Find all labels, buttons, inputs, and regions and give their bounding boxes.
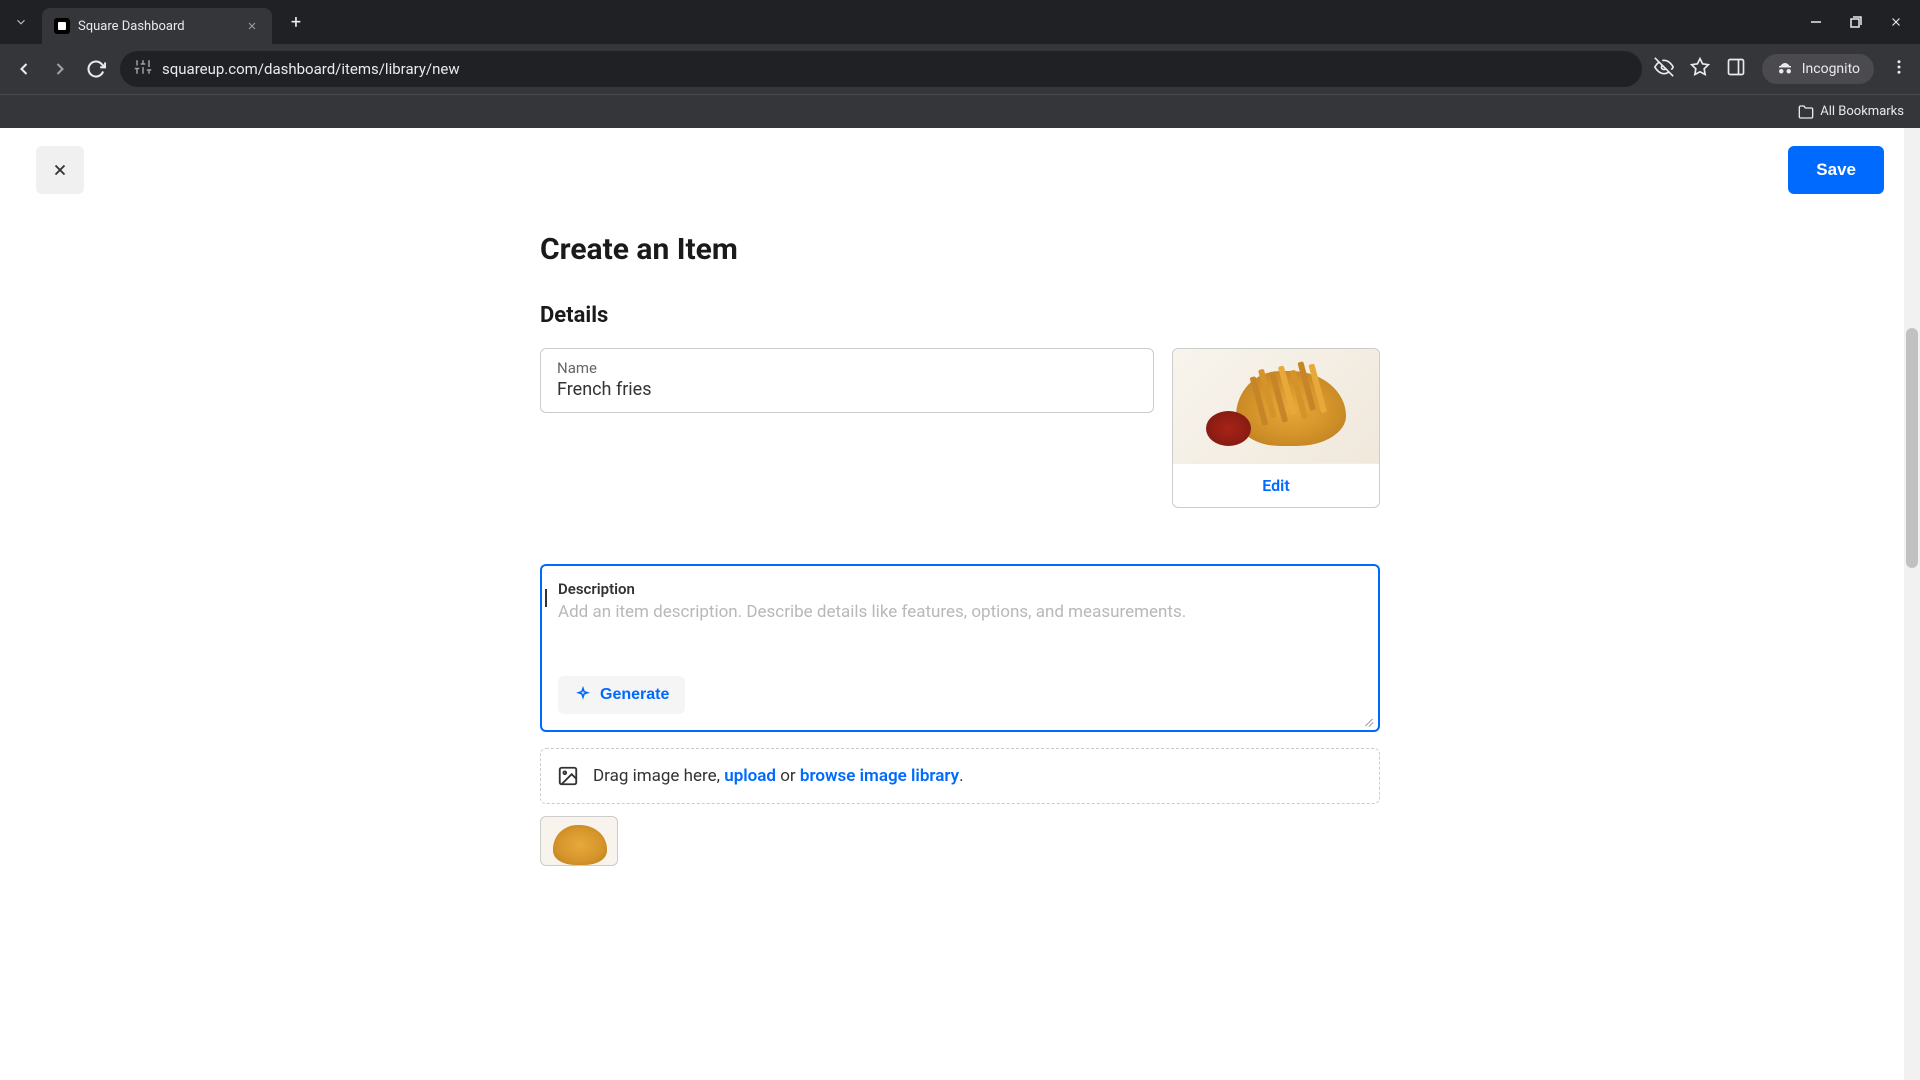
close-window-icon[interactable] [1888,14,1904,30]
eye-off-icon[interactable] [1654,57,1674,81]
reload-button[interactable] [84,57,108,81]
close-icon [51,161,69,179]
maximize-icon[interactable] [1848,14,1864,30]
page-title: Create an Item [540,232,1380,267]
tab-search-dropdown[interactable] [0,0,42,44]
folder-icon [1798,104,1814,120]
menu-icon[interactable] [1890,58,1908,80]
image-icon [557,765,579,787]
incognito-label: Incognito [1802,61,1860,77]
item-image-preview[interactable] [1173,349,1379,463]
save-button[interactable]: Save [1788,146,1884,194]
text-cursor-icon [542,589,550,607]
new-tab-button[interactable]: + [280,6,312,38]
page-content: Save Create an Item Details Name Edit [0,128,1920,1080]
image-thumbnail[interactable] [540,816,618,866]
url-text: squareup.com/dashboard/items/library/new [162,60,460,78]
generate-button[interactable]: Generate [558,676,685,714]
incognito-badge[interactable]: Incognito [1762,54,1874,84]
generate-label: Generate [600,686,669,704]
name-label: Name [557,359,1137,377]
thumbnail-row [540,816,1380,866]
close-button[interactable] [36,146,84,194]
description-label: Description [558,580,1362,598]
window-controls [1808,14,1920,30]
site-settings-icon[interactable] [134,58,152,80]
tab-favicon [54,18,70,34]
incognito-icon [1776,60,1794,78]
dropzone-text: Drag image here, upload or browse image … [593,766,964,786]
minimize-icon[interactable] [1808,14,1824,30]
sparkle-icon [574,686,592,704]
browser-tab[interactable]: Square Dashboard [42,8,272,44]
page-header: Save [0,128,1920,212]
browser-tab-strip: Square Dashboard + [0,0,1920,44]
bookmarks-bar: All Bookmarks [0,94,1920,128]
bookmark-star-icon[interactable] [1690,57,1710,81]
tab-title: Square Dashboard [78,19,236,34]
tab-close-icon[interactable] [244,18,260,34]
description-placeholder: Add an item description. Describe detail… [558,602,1362,662]
details-row: Name Edit [540,348,1380,508]
forward-button[interactable] [48,57,72,81]
details-heading: Details [540,303,1380,328]
all-bookmarks-link[interactable]: All Bookmarks [1798,104,1904,120]
item-image-box: Edit [1172,348,1380,508]
back-button[interactable] [12,57,36,81]
browse-library-link[interactable]: browse image library [800,766,959,786]
name-input[interactable] [557,379,1137,400]
side-panel-icon[interactable] [1726,57,1746,81]
upload-link[interactable]: upload [724,766,776,786]
scrollbar-thumb[interactable] [1906,328,1918,568]
edit-image-link[interactable]: Edit [1173,463,1379,507]
scrollbar-track [1904,128,1920,1080]
resize-handle-icon[interactable] [1362,714,1374,726]
address-bar[interactable]: squareup.com/dashboard/items/library/new [120,51,1642,87]
image-dropzone[interactable]: Drag image here, upload or browse image … [540,748,1380,804]
name-field-container[interactable]: Name [540,348,1154,413]
description-field[interactable]: Description Add an item description. Des… [540,564,1380,732]
browser-toolbar: squareup.com/dashboard/items/library/new… [0,44,1920,94]
